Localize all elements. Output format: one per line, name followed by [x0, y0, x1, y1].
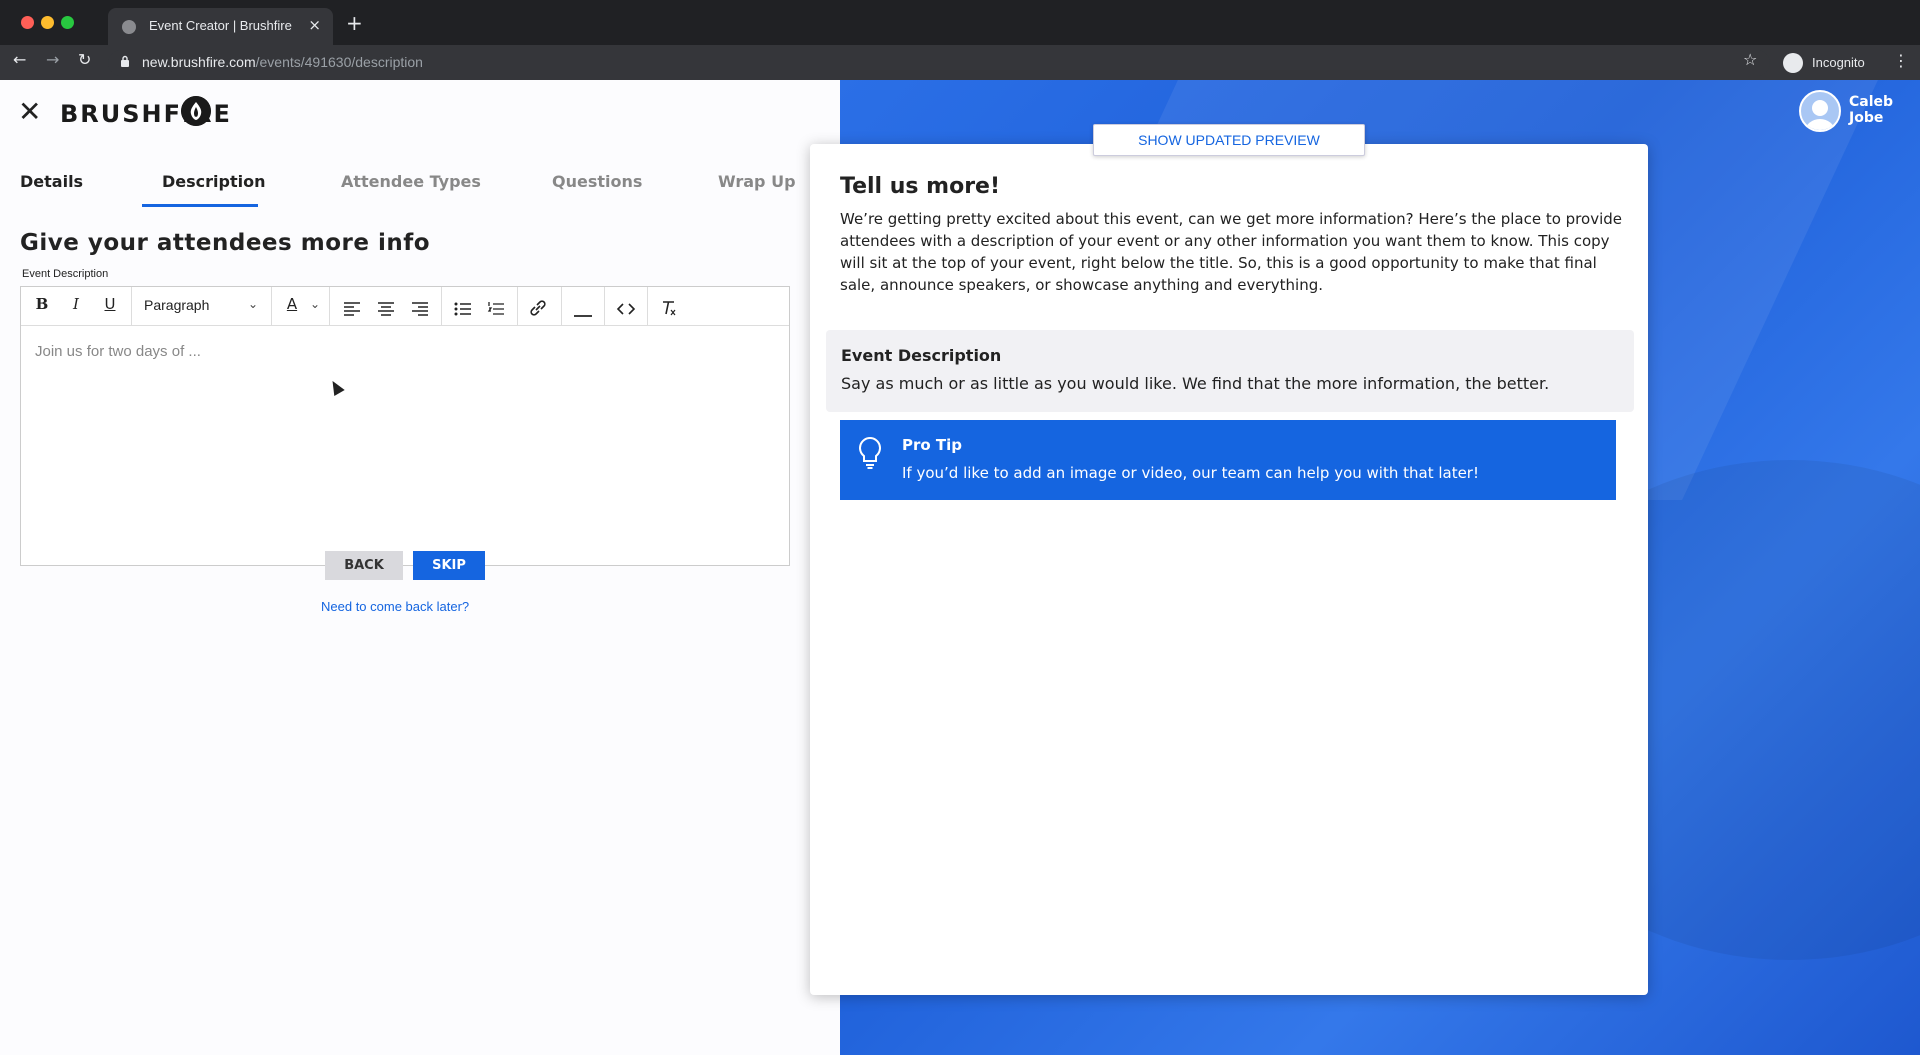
back-arrow-icon[interactable]: ← [13, 50, 26, 69]
toolbar-divider [131, 287, 132, 326]
paragraph-select[interactable]: Paragraph [144, 297, 209, 313]
flame-logo-icon [181, 96, 211, 126]
description-input[interactable]: Join us for two days of ... [35, 343, 201, 360]
bold-button[interactable]: B [31, 295, 53, 317]
url-text: new.brushfire.com/events/491630/descript… [142, 54, 423, 70]
browser-menu-icon[interactable]: ⋮ [1893, 51, 1909, 70]
lock-icon [121, 55, 129, 67]
numbered-list-icon[interactable] [487, 298, 505, 320]
avatar[interactable] [1799, 90, 1841, 132]
preview-heading: Tell us more! [840, 174, 1001, 199]
editor-toolbar: B I U Paragraph ⌄ A ⌄ [21, 287, 789, 326]
bullet-list-icon[interactable] [454, 298, 472, 320]
step-details[interactable]: Details [20, 172, 83, 191]
incognito-label[interactable]: Incognito [1812, 55, 1865, 70]
step-description[interactable]: Description [162, 172, 265, 191]
chevron-down-icon[interactable]: ⌄ [310, 297, 320, 311]
italic-button[interactable]: I [65, 295, 87, 317]
page-title: Give your attendees more info [20, 230, 431, 256]
skip-button[interactable]: SKIP [413, 551, 485, 580]
chevron-down-icon[interactable]: ⌄ [248, 297, 258, 311]
toolbar-divider [441, 287, 442, 326]
close-icon[interactable]: ✕ [18, 98, 41, 126]
window-minimize-button[interactable] [41, 16, 54, 29]
toolbar-divider [329, 287, 330, 326]
step-nav: Details Description Attendee Types Quest… [20, 172, 800, 212]
align-right-icon[interactable] [411, 298, 429, 320]
browser-tab[interactable]: Event Creator | Brushfire × [108, 8, 333, 45]
horizontal-rule-icon[interactable] [574, 305, 592, 327]
text-color-button[interactable]: A [281, 295, 303, 317]
step-attendee-types[interactable]: Attendee Types [341, 172, 481, 191]
toolbar-divider [517, 287, 518, 326]
preview-card: Tell us more! We’re getting pretty excit… [810, 144, 1648, 995]
tab-close-icon[interactable]: × [308, 16, 321, 34]
app-root: ✕ BRUSHFIRE Details Description Attendee… [0, 80, 1920, 1055]
show-updated-preview-button[interactable]: SHOW UPDATED PREVIEW [1093, 124, 1365, 156]
toolbar-divider [271, 287, 272, 326]
window-close-button[interactable] [21, 16, 34, 29]
description-callout: Event Description Say as much or as litt… [826, 330, 1634, 412]
toolbar-divider [561, 287, 562, 326]
tab-title: Event Creator | Brushfire [149, 18, 292, 33]
step-wrap-up[interactable]: Wrap Up [718, 172, 796, 191]
lightbulb-icon [859, 436, 881, 469]
code-icon[interactable] [616, 298, 636, 320]
pro-tip-title: Pro Tip [902, 436, 963, 454]
align-center-icon[interactable] [377, 298, 395, 320]
toolbar-divider [604, 287, 605, 326]
browser-toolbar: ← → ↻ new.brushfire.com/events/491630/de… [0, 45, 1920, 80]
rich-text-editor[interactable]: B I U Paragraph ⌄ A ⌄ Join us for two da… [20, 286, 790, 566]
pro-tip-box: Pro Tip If you’d like to add an image or… [840, 420, 1616, 500]
preview-text: We’re getting pretty excited about this … [840, 210, 1622, 294]
incognito-icon [1783, 53, 1803, 73]
callout-text: Say as much or as little as you would li… [841, 374, 1550, 393]
link-icon[interactable] [528, 297, 548, 319]
back-button[interactable]: BACK [325, 551, 403, 580]
toolbar-divider [647, 287, 648, 326]
clear-formatting-icon[interactable] [660, 297, 678, 319]
bookmark-star-icon[interactable]: ☆ [1743, 50, 1757, 69]
field-label: Event Description [22, 268, 109, 280]
pro-tip-text: If you’d like to add an image or video, … [902, 464, 1479, 482]
browser-tabbar: Event Creator | Brushfire × + [0, 0, 1920, 45]
reload-icon[interactable]: ↻ [78, 50, 91, 69]
come-back-later-link[interactable]: Need to come back later? [321, 599, 469, 614]
address-bar[interactable]: new.brushfire.com/events/491630/descript… [108, 50, 1770, 76]
step-questions[interactable]: Questions [552, 172, 642, 191]
underline-button[interactable]: U [99, 295, 121, 317]
align-left-icon[interactable] [343, 298, 361, 320]
window-maximize-button[interactable] [61, 16, 74, 29]
forward-arrow-icon[interactable]: → [46, 50, 59, 69]
new-tab-icon[interactable]: + [346, 11, 363, 35]
user-name[interactable]: Caleb Jobe [1849, 94, 1893, 126]
user-first-name: Caleb [1849, 94, 1894, 110]
callout-title: Event Description [841, 346, 1002, 365]
user-last-name: Jobe [1849, 110, 1884, 126]
active-step-underline [142, 204, 258, 207]
